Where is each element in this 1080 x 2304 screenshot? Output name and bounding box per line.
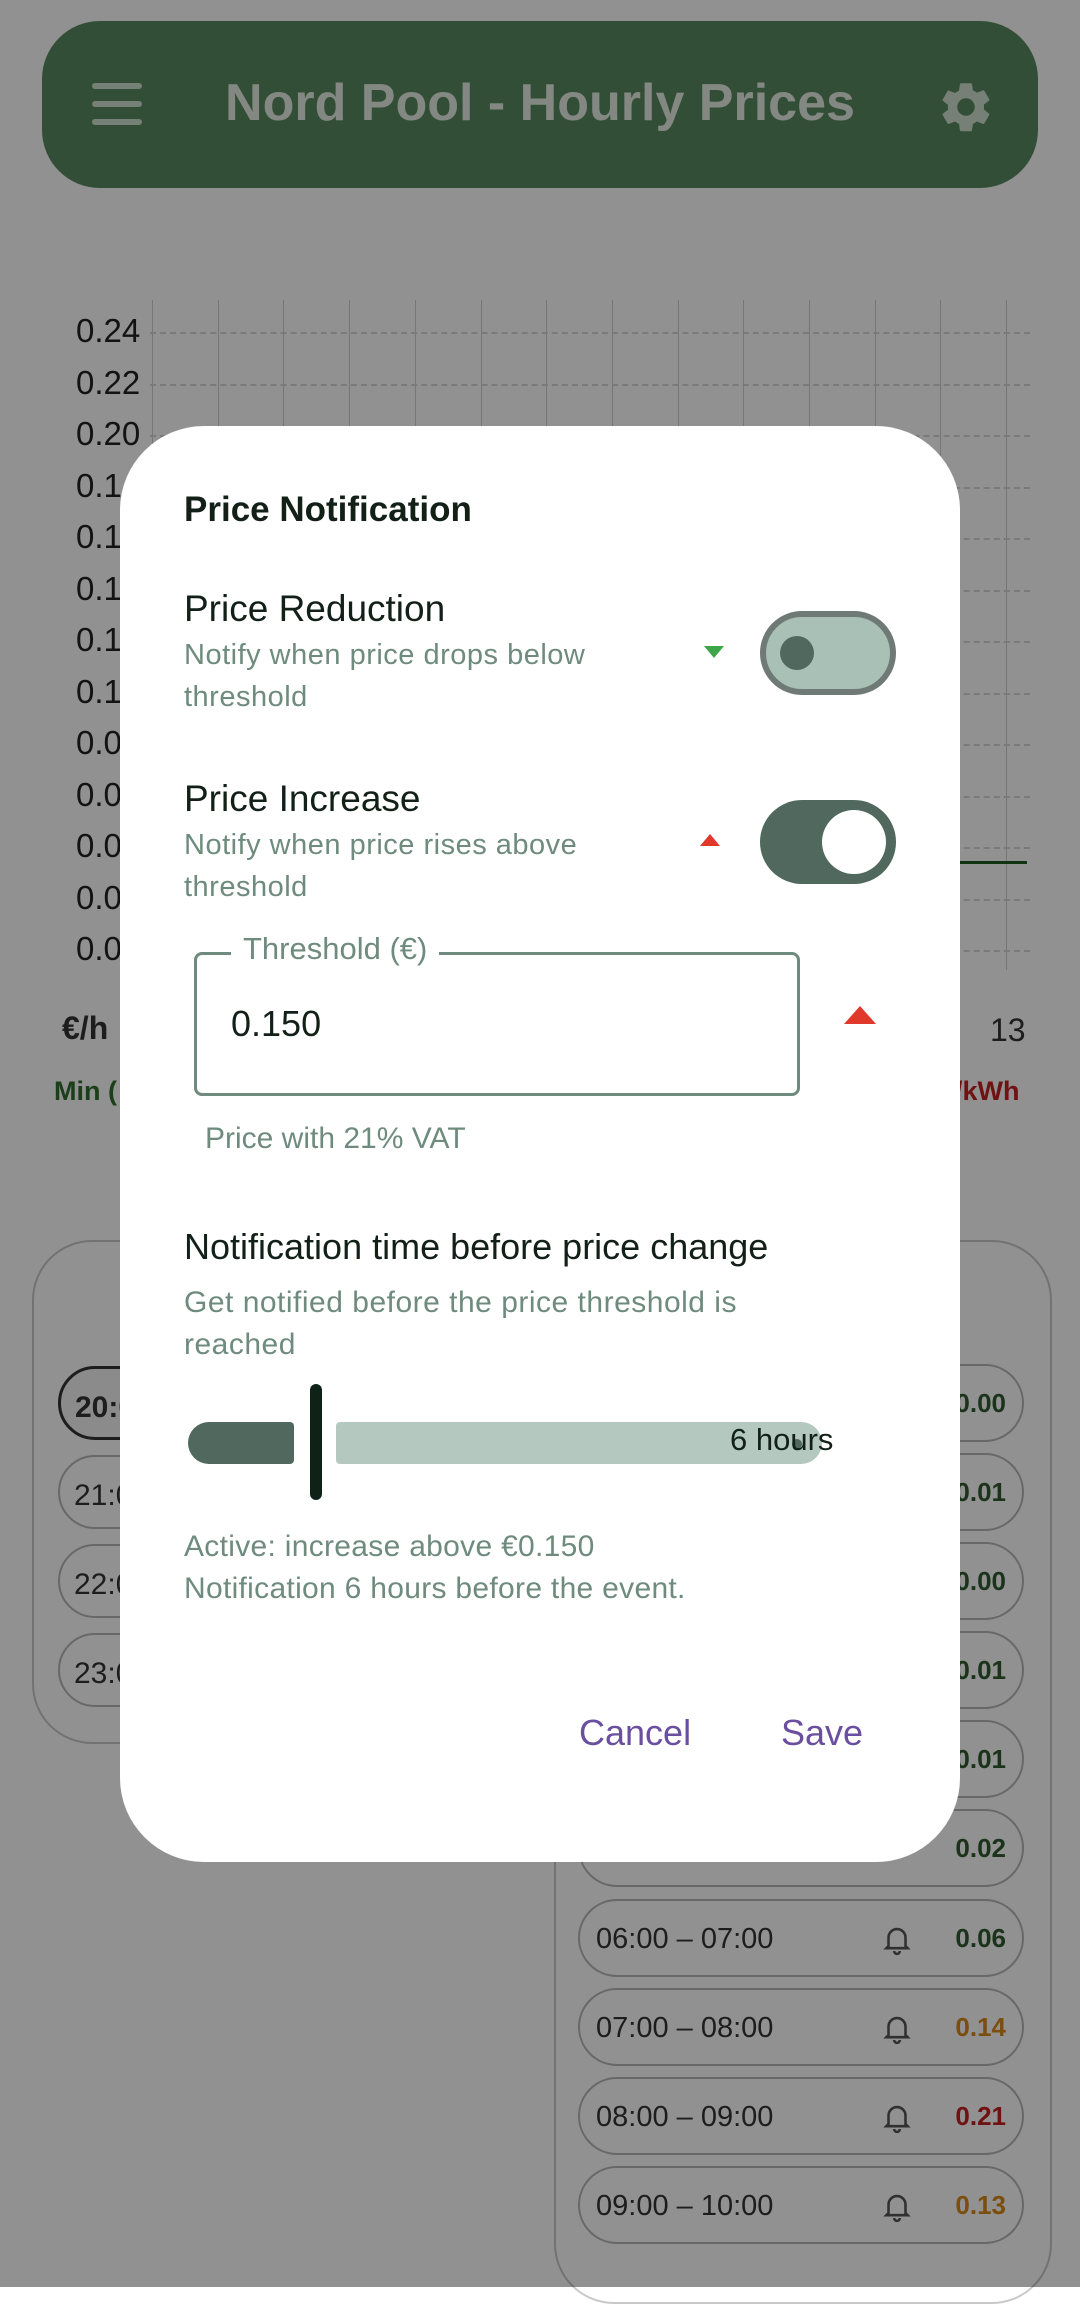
- price-up-icon: [700, 834, 720, 846]
- price-increase-title: Price Increase: [184, 778, 421, 819]
- threshold-field[interactable]: Threshold (€): [194, 931, 800, 1096]
- toggle-knob: [780, 636, 814, 670]
- toggle-knob: [822, 810, 886, 874]
- price-notification-dialog: Price Notification Price Reduction Notif…: [120, 426, 960, 1862]
- threshold-input[interactable]: [231, 1003, 771, 1045]
- price-increase-subtitle: Notify when price rises above threshold: [184, 829, 578, 903]
- dialog-title: Price Notification: [184, 490, 472, 529]
- price-up-icon: [844, 1006, 876, 1024]
- price-down-icon: [704, 646, 724, 658]
- price-reduction-toggle[interactable]: [760, 611, 896, 695]
- threshold-label: Threshold (€): [231, 931, 440, 967]
- price-reduction-subtitle: Notify when price drops below threshold: [184, 639, 586, 713]
- notification-time-subtitle: Get notified before the price threshold …: [184, 1286, 737, 1361]
- status-line: Notification 6 hours before the event.: [184, 1572, 686, 1605]
- slider-active-track: [188, 1422, 294, 1464]
- threshold-helper-text: Price with 21% VAT: [205, 1122, 466, 1155]
- status-summary: Active: increase above €0.150 Notificati…: [184, 1526, 686, 1610]
- slider-thumb[interactable]: [310, 1384, 322, 1500]
- notification-time-title: Notification time before price change: [184, 1226, 769, 1267]
- status-line: Active: increase above €0.150: [184, 1530, 595, 1563]
- price-increase-toggle[interactable]: [760, 800, 896, 884]
- price-reduction-title: Price Reduction: [184, 588, 446, 629]
- save-button[interactable]: Save: [781, 1712, 863, 1754]
- cancel-button[interactable]: Cancel: [579, 1712, 691, 1754]
- slider-value-label: 6 hours: [730, 1422, 834, 1457]
